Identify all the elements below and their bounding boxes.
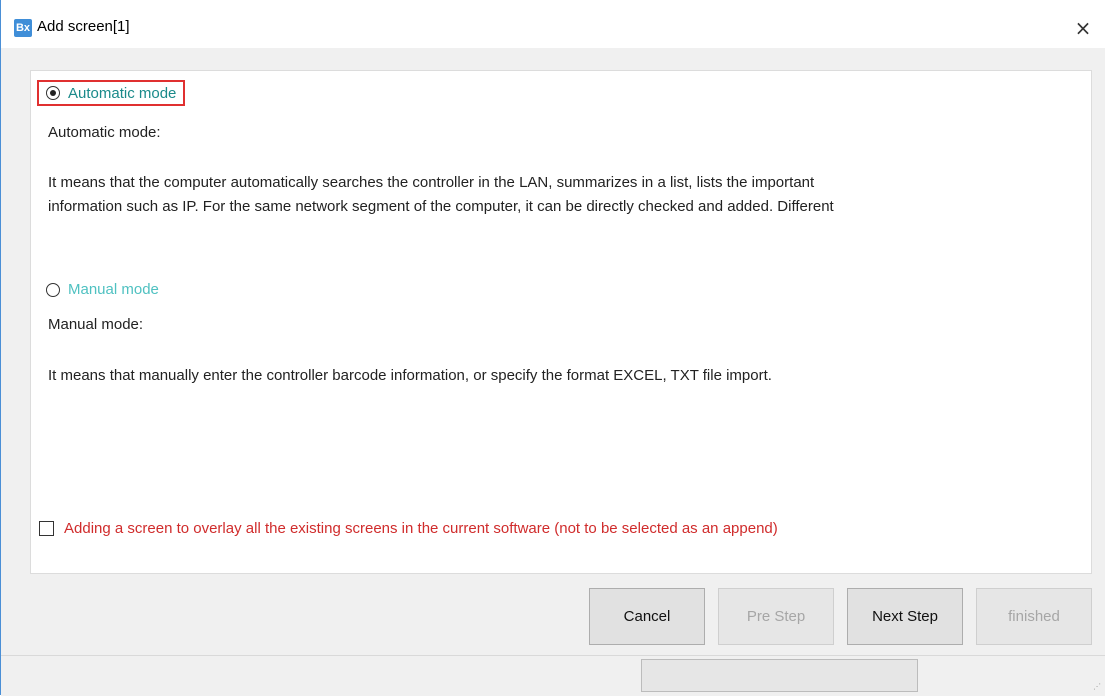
overlay-screens-checkbox[interactable] (39, 521, 54, 536)
overlay-screens-checkbox-option[interactable]: Adding a screen to overlay all the exist… (39, 520, 778, 537)
add-screen-dialog: Bx Add screen[1] × Automatic mode Automa… (0, 0, 1105, 696)
pre-step-button[interactable]: Pre Step (718, 588, 834, 645)
window-title: Add screen[1] (37, 18, 130, 35)
automatic-mode-label: Automatic mode (68, 84, 177, 102)
manual-mode-description: It means that manually enter the control… (48, 367, 772, 384)
resize-grip-icon[interactable]: ⋰ (1091, 682, 1101, 692)
mode-selection-panel: Automatic mode Automatic mode: It means … (30, 70, 1092, 574)
manual-mode-label: Manual mode (68, 281, 159, 298)
manual-mode-radio-option[interactable]: Manual mode (46, 281, 159, 298)
manual-mode-heading: Manual mode: (48, 316, 144, 333)
status-bar: ⋰ (1, 655, 1105, 696)
title-bar: Bx Add screen[1] × (1, 0, 1105, 48)
close-icon: × (1074, 16, 1092, 40)
automatic-mode-description: It means that the computer automatically… (48, 171, 1068, 219)
manual-mode-radio-icon[interactable] (46, 282, 60, 297)
automatic-mode-description-line-2: information such as IP. For the same net… (48, 198, 834, 215)
cancel-button[interactable]: Cancel (589, 588, 705, 645)
overlay-screens-label: Adding a screen to overlay all the exist… (64, 520, 778, 537)
automatic-mode-radio-option[interactable]: Automatic mode (37, 80, 186, 106)
next-step-button[interactable]: Next Step (847, 588, 963, 645)
automatic-mode-radio-icon[interactable] (46, 86, 60, 100)
progress-bar (641, 659, 918, 692)
finished-button[interactable]: finished (976, 588, 1092, 645)
automatic-mode-heading: Automatic mode: (48, 124, 161, 141)
automatic-mode-description-line-1: It means that the computer automatically… (48, 174, 815, 191)
app-logo-icon: Bx (14, 19, 32, 37)
close-button[interactable]: × (1069, 14, 1097, 42)
